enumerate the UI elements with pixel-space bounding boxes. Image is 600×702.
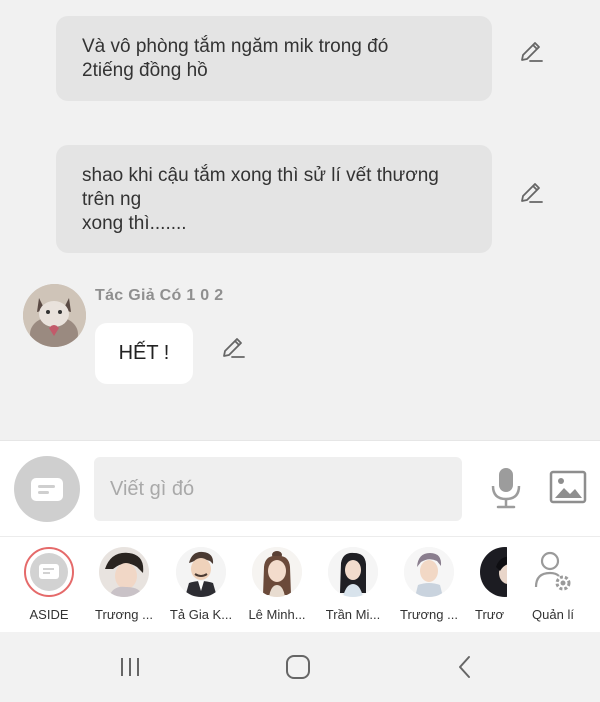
message-bubble: Và vô phòng tắm ngăm mik trong đó 2tiếng… xyxy=(56,16,492,101)
character-item[interactable]: Lê Minh... xyxy=(239,537,315,632)
message-line: Và vô phòng tắm ngăm mik trong đó xyxy=(82,36,389,57)
character-item[interactable]: Trần Mi... xyxy=(315,537,391,632)
message-line: 2tiếng đồng hồ xyxy=(82,60,208,81)
character-item[interactable]: Trương ... xyxy=(86,537,162,632)
author-name: Tác Giả Có 1 0 2 xyxy=(95,287,224,304)
character-name: Trương ... xyxy=(95,607,153,622)
character-item-aside[interactable]: ASIDE xyxy=(11,537,87,632)
aside-chat-icon xyxy=(24,547,74,597)
recent-apps-icon[interactable] xyxy=(115,652,145,682)
character-selector: ASIDE Trương ... Tả Gia K... Lê Minh... … xyxy=(0,536,600,632)
character-name: Trươ xyxy=(475,607,505,622)
message-line: shao khi cậu tắm xong thì sử lí vết thươ… xyxy=(82,165,439,186)
character-name: ASIDE xyxy=(29,607,69,622)
character-avatar xyxy=(99,547,149,597)
character-name: Trần Mi... xyxy=(325,607,381,622)
message-bubble: shao khi cậu tắm xong thì sử lí vết thươ… xyxy=(56,145,492,253)
edit-icon[interactable] xyxy=(220,334,246,360)
character-name: Trương ... xyxy=(400,607,458,622)
character-avatar xyxy=(252,547,302,597)
manage-characters-button[interactable]: Quản lí xyxy=(515,537,591,632)
character-avatar xyxy=(328,547,378,597)
edit-icon[interactable] xyxy=(518,38,544,64)
home-icon[interactable] xyxy=(283,652,313,682)
author-avatar[interactable] xyxy=(23,284,86,347)
system-navigation-bar xyxy=(0,632,600,702)
chat-bubble-icon xyxy=(31,478,63,501)
character-name: Lê Minh... xyxy=(248,607,306,622)
message-line: trên ng xyxy=(82,189,142,210)
author-message-bubble: HẾT ! xyxy=(95,323,193,384)
composer-bar xyxy=(0,440,600,536)
character-avatar xyxy=(480,547,507,597)
character-avatar xyxy=(404,547,454,597)
image-icon[interactable] xyxy=(549,469,587,505)
user-settings-icon xyxy=(528,547,578,597)
character-item[interactable]: Trươ xyxy=(467,537,507,632)
message-line: xong thì....... xyxy=(82,213,187,234)
character-name: Quản lí xyxy=(532,607,574,622)
edit-icon[interactable] xyxy=(518,179,544,205)
character-name: Tả Gia K... xyxy=(169,607,233,622)
message-input[interactable] xyxy=(94,457,462,521)
character-item[interactable]: Tả Gia K... xyxy=(163,537,239,632)
microphone-icon[interactable] xyxy=(488,466,524,510)
message-type-button[interactable] xyxy=(14,456,80,522)
back-icon[interactable] xyxy=(450,652,480,682)
character-avatar xyxy=(176,547,226,597)
chat-area: Và vô phòng tắm ngăm mik trong đó 2tiếng… xyxy=(0,0,600,440)
character-item[interactable]: Trương ... xyxy=(391,537,467,632)
